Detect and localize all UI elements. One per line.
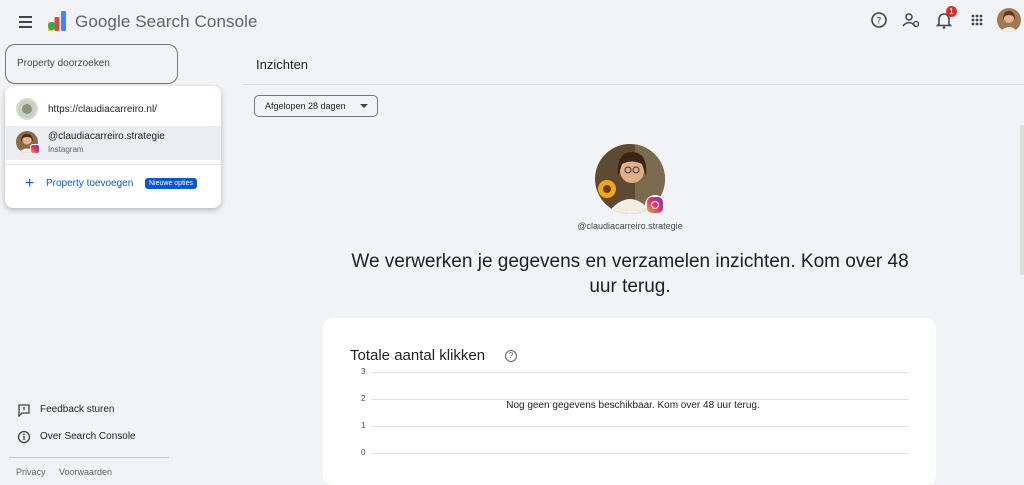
y-tick-label: 3: [361, 367, 366, 376]
manage-users-icon[interactable]: [900, 9, 922, 31]
y-tick-label: 2: [361, 394, 366, 403]
instagram-icon: [645, 195, 665, 215]
add-property-button[interactable]: + Property toevoegen Nieuwe opties: [5, 174, 221, 198]
y-tick-label: 1: [361, 421, 366, 430]
menu-icon[interactable]: [13, 10, 37, 34]
notifications-button[interactable]: 1: [933, 6, 957, 31]
feedback-icon: [18, 404, 30, 417]
new-options-badge: Nieuwe opties: [145, 178, 197, 189]
svg-text:?: ?: [877, 17, 882, 27]
instagram-handle: @claudiacarreiro.strategie: [577, 221, 683, 231]
no-data-message: Nog geen gegevens beschikbaar. Kom over …: [506, 400, 760, 411]
page-title: Inzichten: [256, 57, 309, 72]
y-tick-label: 0: [361, 448, 366, 457]
property-label: @claudiacarreiro.strategie: [48, 131, 165, 142]
sidebar-divider: [9, 457, 169, 458]
search-console-logo-icon: [48, 11, 66, 31]
privacy-link[interactable]: Privacy: [16, 467, 46, 477]
app-title[interactable]: Google Search Console: [75, 12, 258, 32]
date-range-dropdown[interactable]: Afgelopen 28 dagen: [254, 95, 378, 117]
chevron-down-icon: [360, 104, 368, 108]
scrollbar[interactable]: [1020, 125, 1024, 275]
gridline: [371, 453, 909, 454]
apps-icon[interactable]: [966, 9, 988, 31]
help-icon[interactable]: ?: [505, 350, 517, 362]
plus-icon: +: [25, 175, 35, 192]
website-favicon-icon: [16, 98, 38, 120]
property-label: https://claudiacarreiro.nl/: [48, 104, 157, 115]
property-sublabel: Instagram: [48, 145, 84, 154]
property-item-website[interactable]: https://claudiacarreiro.nl/: [5, 96, 221, 124]
property-search-input[interactable]: Property doorzoeken: [5, 44, 178, 84]
top-bar: Google Search Console ? 1: [0, 0, 1024, 44]
clicks-card: Totale aantal klikken ? 3 2 1 0 Nog geen…: [323, 318, 936, 485]
terms-link[interactable]: Voorwaarden: [59, 467, 112, 477]
card-title: Totale aantal klikken: [350, 347, 486, 364]
property-dropdown: https://claudiacarreiro.nl/ @claudiacarr…: [5, 86, 221, 208]
add-property-label: Property toevoegen: [46, 178, 134, 189]
account-avatar[interactable]: [997, 8, 1021, 32]
notification-badge: 1: [946, 6, 957, 17]
gridline: [371, 426, 909, 427]
feedback-label: Feedback sturen: [40, 404, 115, 415]
processing-message: We verwerken je gegevens en verzamelen i…: [351, 251, 909, 297]
instagram-icon: [30, 144, 40, 154]
date-range-label: Afgelopen 28 dagen: [265, 101, 346, 111]
gridline: [371, 372, 909, 373]
title-divider: [243, 84, 1024, 85]
property-item-instagram[interactable]: @claudiacarreiro.strategie Instagram: [5, 126, 221, 160]
about-search-console-link[interactable]: Over Search Console: [0, 427, 170, 447]
about-label: Over Search Console: [40, 431, 136, 442]
dropdown-divider: [5, 164, 221, 165]
help-icon[interactable]: ?: [868, 9, 890, 31]
info-icon: [17, 430, 31, 444]
feedback-link[interactable]: Feedback sturen: [0, 400, 170, 420]
